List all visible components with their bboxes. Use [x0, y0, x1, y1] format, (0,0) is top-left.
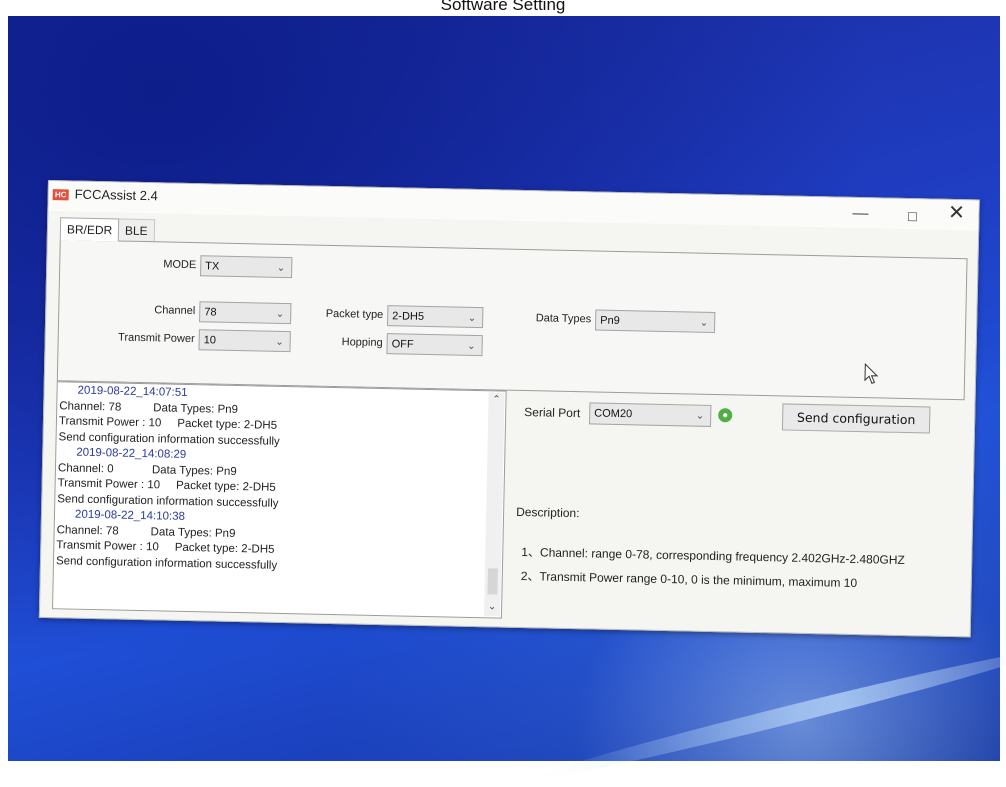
chevron-down-icon: ⌄: [276, 262, 286, 274]
serial-port-label: Serial Port: [524, 405, 581, 421]
log-lines: 2019-08-22_14:07:51 Channel: 78 Data Type…: [56, 383, 484, 578]
channel-label: Channel: [154, 304, 196, 318]
chevron-down-icon: ⌄: [275, 336, 284, 348]
app-logo-icon: HC: [52, 189, 69, 201]
packet-type-value: 2-DH5: [392, 310, 425, 323]
scroll-thumb[interactable]: [487, 568, 498, 595]
mode-label: MODE: [163, 258, 197, 272]
app-window: HC FCCAssist 2.4 — ☐ ✕ BR/EDR BLE MODE T…: [38, 180, 980, 638]
chevron-down-icon: ⌄: [467, 340, 476, 352]
tab-br-edr[interactable]: BR/EDR: [59, 217, 120, 242]
scroll-up-icon[interactable]: ⌃: [488, 394, 504, 405]
title-bar: HC FCCAssist 2.4 — ☐ ✕: [48, 181, 979, 231]
mode-select[interactable]: TX ⌄: [200, 255, 293, 279]
data-types-select[interactable]: Pn9 ⌄: [594, 309, 716, 334]
serial-port-value: COM20: [594, 407, 633, 421]
hopping-value: OFF: [391, 338, 414, 351]
chevron-down-icon: ⌄: [275, 308, 285, 320]
settings-panel: MODE TX ⌄ Channel 78 ⌄ Transmit Power 10…: [56, 239, 968, 401]
send-configuration-button[interactable]: Send configuration: [781, 403, 931, 434]
image-caption: Software Setting: [440, 0, 566, 14]
hopping-label: Hopping: [341, 336, 383, 350]
minimize-button[interactable]: —: [848, 205, 872, 222]
mode-value: TX: [205, 260, 220, 273]
serial-port-select[interactable]: COM20 ⌄: [589, 402, 712, 427]
description-title: Description:: [516, 504, 580, 521]
chevron-down-icon: ⌄: [467, 312, 477, 324]
channel-select[interactable]: 78 ⌄: [199, 301, 292, 325]
packet-type-select[interactable]: 2-DH5 ⌄: [387, 305, 484, 329]
tab-ble[interactable]: BLE: [117, 218, 155, 243]
connection-status-icon: [718, 408, 733, 423]
description-item: 1、Channel: range 0-78, corresponding fre…: [521, 544, 905, 568]
chevron-down-icon: ⌄: [699, 317, 709, 329]
maximize-button[interactable]: ☐: [900, 209, 924, 225]
wallpaper-light-streak: [533, 643, 1006, 787]
log-output[interactable]: 2019-08-22_14:07:51 Channel: 78 Data Type…: [52, 381, 507, 619]
data-types-label: Data Types: [535, 312, 592, 326]
log-scrollbar[interactable]: ⌃ ⌄: [483, 392, 505, 617]
transmit-power-value: 10: [203, 334, 217, 347]
channel-value: 78: [204, 306, 217, 319]
close-button[interactable]: ✕: [944, 202, 968, 224]
scroll-down-icon[interactable]: ⌄: [484, 601, 500, 612]
transmit-power-select[interactable]: 10 ⌄: [198, 329, 291, 353]
window-title: FCCAssist 2.4: [74, 186, 158, 204]
mouse-pointer-icon: [864, 363, 879, 384]
packet-type-label: Packet type: [325, 307, 384, 322]
data-types-value: Pn9: [600, 314, 620, 328]
description-item: 2、Transmit Power range 0-10, 0 is the mi…: [520, 568, 858, 591]
desktop-background: HC FCCAssist 2.4 — ☐ ✕ BR/EDR BLE MODE T…: [8, 16, 1006, 787]
transmit-power-label: Transmit Power: [117, 331, 195, 346]
chevron-down-icon: ⌄: [695, 410, 705, 422]
hopping-select[interactable]: OFF ⌄: [386, 333, 483, 357]
